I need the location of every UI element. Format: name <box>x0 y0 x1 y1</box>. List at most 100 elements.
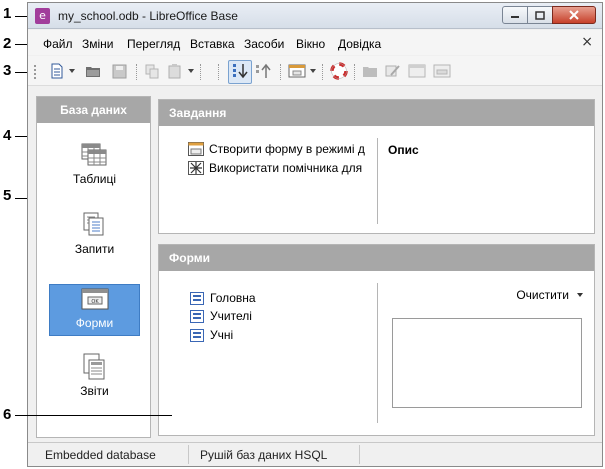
paste-dropdown-icon[interactable] <box>188 69 194 73</box>
nav-item-label: Запити <box>74 242 115 256</box>
menu-tools[interactable]: Засоби <box>244 37 284 51</box>
form-icon <box>288 64 306 78</box>
new-document-icon <box>51 63 63 79</box>
close-icon <box>569 10 579 20</box>
chevron-down-icon <box>577 293 583 297</box>
form-item-label: Учителі <box>210 309 252 323</box>
delete-button[interactable] <box>408 62 426 80</box>
open-button[interactable] <box>84 62 102 80</box>
help-lifebuoy-icon <box>330 62 348 80</box>
form-item-uchni[interactable]: Учні <box>190 328 233 342</box>
queries-icon <box>83 212 104 236</box>
task-create-form-design[interactable]: Створити форму в режимі д <box>188 142 365 156</box>
tables-icon <box>81 143 107 166</box>
rename-button[interactable] <box>433 62 451 80</box>
copy-icon <box>145 64 159 79</box>
preview-mode-label: Очистити <box>516 288 569 302</box>
paste-button[interactable] <box>166 62 184 80</box>
save-icon <box>112 64 126 78</box>
nav-item-queries[interactable]: Запити <box>49 211 140 263</box>
edit-button[interactable] <box>384 62 402 80</box>
maximize-button[interactable] <box>527 6 553 24</box>
menu-insert[interactable]: Вставка <box>190 37 235 51</box>
menu-view[interactable]: Перегляд <box>127 37 180 51</box>
menu-window[interactable]: Вікно <box>296 37 325 51</box>
preview-area <box>392 318 582 408</box>
callout-5: 5 <box>3 187 12 204</box>
delete-icon <box>408 64 426 78</box>
minimize-icon <box>511 16 519 18</box>
callout-1: 1 <box>3 5 12 22</box>
callout-2: 2 <box>3 35 12 52</box>
form-item-uchyteli[interactable]: Учителі <box>190 309 252 323</box>
callout-6-leader <box>15 415 172 416</box>
help-button[interactable] <box>330 62 348 80</box>
nav-item-label: Форми <box>75 316 114 330</box>
form-dropdown-icon[interactable] <box>310 69 316 73</box>
form-item-golovna[interactable]: Головна <box>190 291 256 305</box>
menu-help[interactable]: Довідка <box>338 37 381 51</box>
database-panel: База даних Таблиці Запити OK Форми Звіти <box>36 96 151 438</box>
form-item-label: Учні <box>210 328 234 342</box>
task-form-wizard[interactable]: Використати помічника для <box>188 161 362 175</box>
reports-icon <box>83 353 105 380</box>
edit-icon <box>385 65 400 77</box>
copy-button[interactable] <box>143 62 161 80</box>
preview-mode-select[interactable]: Очистити <box>516 288 583 302</box>
task-label: Використати помічника для <box>209 161 363 175</box>
database-panel-title: База даних <box>37 97 150 123</box>
open-object-button[interactable] <box>361 62 379 80</box>
description-title: Опис <box>388 143 419 157</box>
forms-panel: Форми Головна Учителі Учні Очистити <box>158 244 595 436</box>
task-label: Створити форму в режимі д <box>209 142 365 156</box>
form-design-icon <box>188 142 204 156</box>
close-document-button[interactable]: × <box>581 34 593 50</box>
window-title: my_school.odb - LibreOffice Base <box>58 9 238 23</box>
open-db-object-icon <box>363 67 377 77</box>
nav-item-label: Таблиці <box>72 172 117 186</box>
forms-icon: OK <box>81 288 109 310</box>
window-controls <box>502 6 596 24</box>
status-db-engine: Рушій баз даних HSQL <box>200 448 328 462</box>
toolbar-grip[interactable] <box>34 65 36 79</box>
libreoffice-base-window: e my_school.odb - LibreOffice Base Файл … <box>27 2 603 467</box>
sort-ascending-icon <box>256 63 271 78</box>
nav-item-forms[interactable]: OK Форми <box>49 284 140 336</box>
paste-icon <box>168 64 181 79</box>
tasks-panel-title: Завдання <box>159 100 594 126</box>
tasks-panel: Завдання Створити форму в режимі д Викор… <box>158 99 595 234</box>
form-document-icon <box>190 328 204 342</box>
menu-bar: Файл Зміни Перегляд Вставка Засоби Вікно… <box>28 30 602 55</box>
rename-icon <box>433 64 451 78</box>
status-bar: Embedded database Рушій баз даних HSQL <box>28 442 602 466</box>
sort-descending-icon <box>233 64 248 79</box>
sort-descending-button[interactable] <box>231 62 249 80</box>
form-document-icon <box>190 291 204 305</box>
maximize-icon <box>535 10 545 20</box>
callout-3: 3 <box>3 62 12 79</box>
new-dropdown-icon[interactable] <box>69 69 75 73</box>
callout-4: 4 <box>3 127 12 144</box>
callout-6: 6 <box>3 406 12 423</box>
nav-item-label: Звіти <box>80 384 109 398</box>
standard-toolbar <box>28 56 602 86</box>
forms-panel-title: Форми <box>159 245 594 271</box>
wizard-icon <box>188 161 204 175</box>
minimize-button[interactable] <box>502 6 528 24</box>
menu-file[interactable]: Файл <box>43 37 73 51</box>
form-button[interactable] <box>288 62 306 80</box>
save-button[interactable] <box>110 62 128 80</box>
new-document-button[interactable] <box>48 62 66 80</box>
open-folder-icon <box>86 67 100 77</box>
form-item-label: Головна <box>210 291 256 305</box>
sort-ascending-button[interactable] <box>254 62 272 80</box>
svg-text:OK: OK <box>91 299 99 305</box>
form-document-icon <box>190 309 204 323</box>
nav-item-tables[interactable]: Таблиці <box>49 141 140 193</box>
close-window-button[interactable] <box>552 6 596 24</box>
libreoffice-base-icon: e <box>35 8 50 24</box>
title-bar[interactable]: e my_school.odb - LibreOffice Base <box>28 3 602 29</box>
status-database-type: Embedded database <box>45 448 156 462</box>
nav-item-reports[interactable]: Звіти <box>49 353 140 405</box>
menu-edit[interactable]: Зміни <box>82 37 114 51</box>
